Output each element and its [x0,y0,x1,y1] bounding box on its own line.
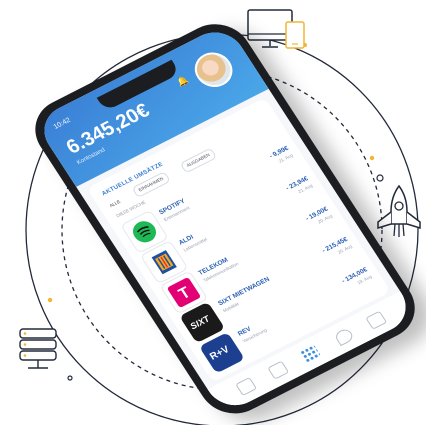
location-icon[interactable] [333,327,356,347]
filter-all[interactable]: ALLE [109,199,122,208]
home-icon[interactable] [235,376,258,397]
avatar[interactable] [187,46,240,94]
grid-icon[interactable] [299,344,322,364]
filter-expenses[interactable]: AUSGABEN [179,147,218,174]
phone-mockup: 10:42 6.345,20€ Kontostand 🔔 AKTUELLE UM… [0,0,426,425]
status-time: 10:42 [52,116,73,131]
account-balance: 6.345,20€ [62,99,154,159]
bell-icon[interactable]: 🔔 [175,74,191,88]
document-icon[interactable] [267,360,290,380]
chat-icon[interactable] [365,310,388,330]
